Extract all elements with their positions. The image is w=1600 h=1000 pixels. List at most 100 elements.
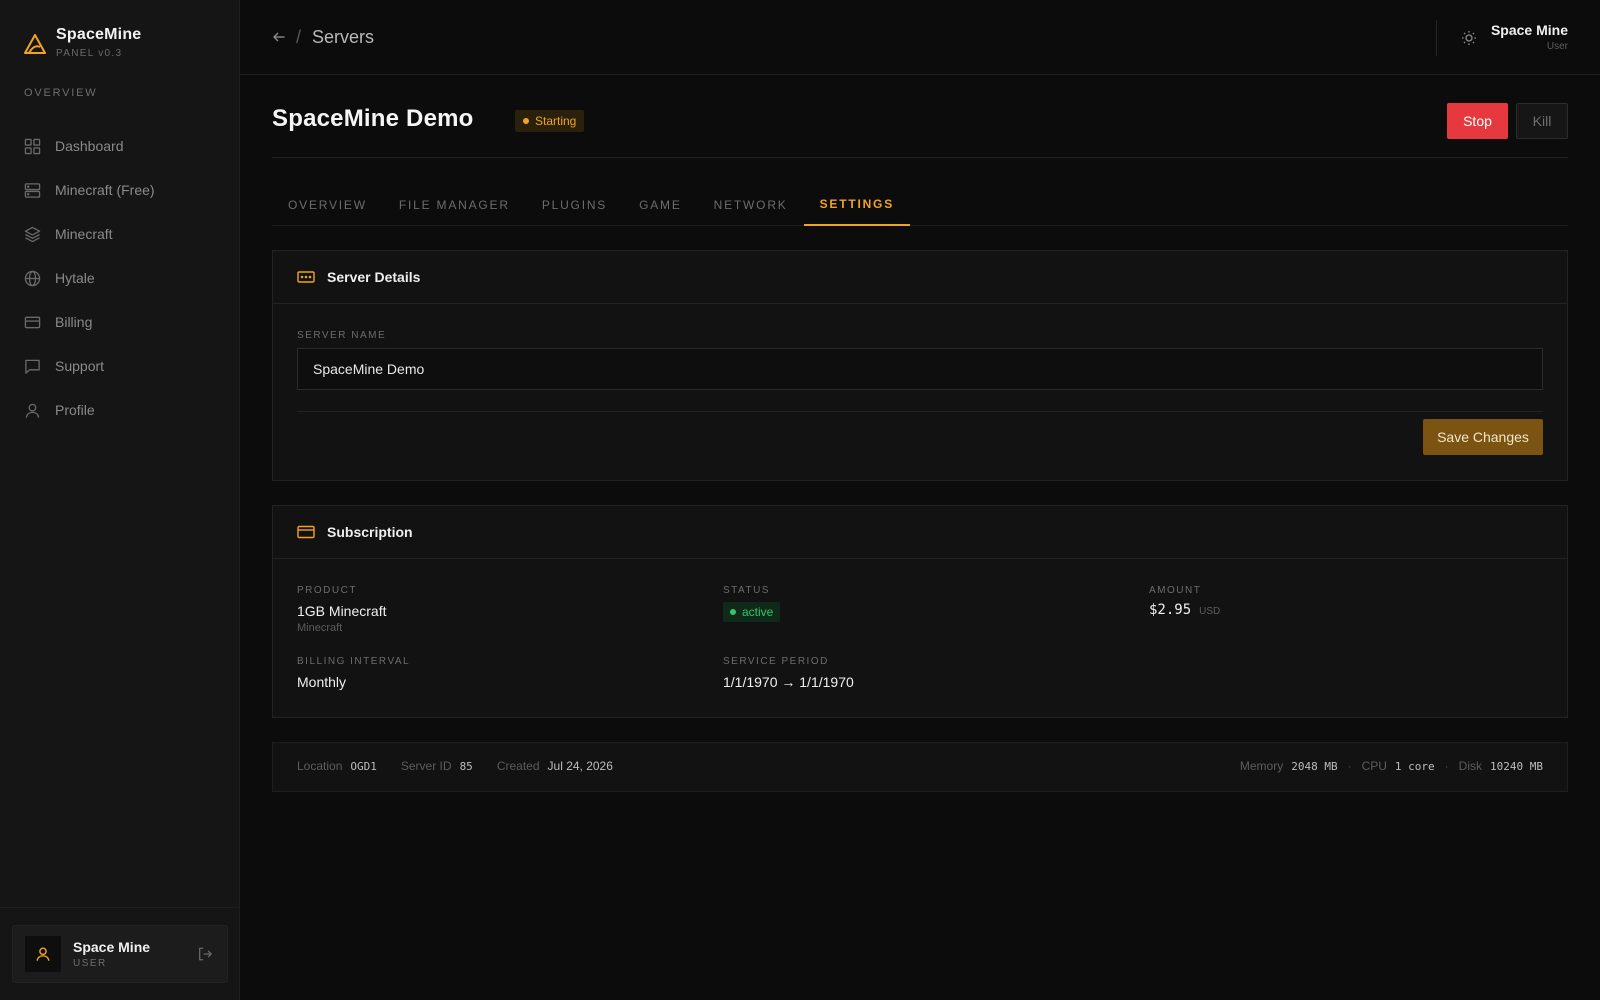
status-badge-label: Starting xyxy=(535,114,577,128)
meta-separator: · xyxy=(1347,759,1352,773)
sidebar-item-support[interactable]: Support xyxy=(24,344,155,388)
credit-card-icon xyxy=(297,525,315,539)
server-header: SpaceMine Demo Starting Stop Kill xyxy=(272,103,1568,139)
memory-value: 2048 MB xyxy=(1291,759,1338,773)
sidebar-item-hytale[interactable]: Hytale xyxy=(24,256,155,300)
stop-button[interactable]: Stop xyxy=(1447,103,1508,139)
header-divider xyxy=(272,157,1568,158)
server-name-label: SERVER NAME xyxy=(297,330,387,341)
tab-network[interactable]: NETWORK xyxy=(698,184,804,226)
sidebar-item-label: Dashboard xyxy=(55,138,124,154)
amount-field: AMOUNT $2.95 USD xyxy=(1149,585,1220,618)
sidebar-user-name: Space Mine xyxy=(73,939,151,955)
status-dot xyxy=(730,609,736,615)
layers-icon xyxy=(24,226,41,243)
status-badge: Starting xyxy=(515,110,585,132)
period-label: SERVICE PERIOD xyxy=(723,656,829,667)
server-name-input[interactable] xyxy=(297,348,1543,390)
amount-label: AMOUNT xyxy=(1149,585,1202,596)
dashboard-grid-icon xyxy=(24,138,41,155)
subscription-status-value: active xyxy=(742,605,774,619)
tab-file-manager[interactable]: FILE MANAGER xyxy=(383,184,526,226)
created-value: Jul 24, 2026 xyxy=(547,759,613,773)
status-label: STATUS xyxy=(723,585,770,596)
sidebar: SpaceMine PANEL v0.3 OVERVIEW Dashboard … xyxy=(0,0,240,1000)
form-divider xyxy=(297,411,1543,412)
tab-game[interactable]: GAME xyxy=(623,184,698,226)
sidebar-item-label: Support xyxy=(55,358,105,374)
status-dot xyxy=(523,118,529,124)
topbar-divider xyxy=(1436,20,1437,56)
globe-icon xyxy=(24,270,41,287)
topbar-user[interactable]: Space Mine User xyxy=(1491,22,1568,52)
save-button[interactable]: Save Changes xyxy=(1423,419,1543,455)
product-label: PRODUCT xyxy=(297,585,357,596)
kill-button[interactable]: Kill xyxy=(1516,103,1568,139)
sidebar-item-profile[interactable]: Profile xyxy=(24,388,155,432)
user-icon xyxy=(36,947,50,961)
created-label: Created xyxy=(496,759,540,773)
sidebar-divider xyxy=(0,907,240,908)
page-title: SpaceMine Demo xyxy=(272,105,474,132)
product-category: Minecraft xyxy=(297,622,343,634)
sidebar-nav: Dashboard Minecraft (Free) Minecraft Hyt… xyxy=(24,124,155,432)
sidebar-item-label: Minecraft (Free) xyxy=(55,182,155,198)
disk-label: Disk xyxy=(1458,759,1483,773)
subscription-title: Subscription xyxy=(327,524,413,540)
server-details-card: Server Details SERVER NAME Save Changes xyxy=(272,250,1568,481)
back-arrow-icon[interactable] xyxy=(272,30,286,44)
subscription-header: Subscription xyxy=(273,506,1567,559)
server-meta-bar: Location OGD1 Server ID 85 Created Jul 2… xyxy=(272,742,1568,792)
brand-name: SpaceMine xyxy=(56,26,142,43)
interval-value: Monthly xyxy=(297,674,347,690)
interval-field: BILLING INTERVAL Monthly xyxy=(297,656,410,690)
location-label: Location xyxy=(297,759,343,773)
sidebar-item-label: Billing xyxy=(55,314,93,330)
avatar xyxy=(25,936,61,972)
breadcrumb-separator: / xyxy=(296,27,302,47)
cpu-label: CPU xyxy=(1361,759,1387,773)
product-value: 1GB Minecraft xyxy=(297,603,387,619)
topbar-user-name: Space Mine xyxy=(1490,22,1568,38)
tab-settings[interactable]: SETTINGS xyxy=(803,184,910,226)
brand-logo-icon xyxy=(24,34,46,54)
terminal-icon xyxy=(297,270,315,284)
sidebar-section-label: OVERVIEW xyxy=(24,87,98,99)
sidebar-item-label: Minecraft xyxy=(55,226,113,242)
credit-card-icon xyxy=(24,314,41,331)
brand[interactable]: SpaceMine PANEL v0.3 xyxy=(24,26,141,59)
subscription-card: Subscription PRODUCT 1GB Minecraft Minec… xyxy=(272,505,1568,718)
logout-icon[interactable] xyxy=(197,946,213,962)
memory-label: Memory xyxy=(1239,759,1284,773)
amount-value: $2.95 xyxy=(1149,602,1192,618)
status-field: STATUS active xyxy=(723,585,781,622)
sidebar-item-dashboard[interactable]: Dashboard xyxy=(24,124,155,168)
sun-icon[interactable] xyxy=(1461,30,1477,46)
server-id-value: 85 xyxy=(459,759,473,773)
disk-value: 10240 MB xyxy=(1490,759,1543,773)
sidebar-user-role: USER xyxy=(73,958,107,969)
tab-plugins[interactable]: PLUGINS xyxy=(526,184,623,226)
sidebar-item-minecraft-free[interactable]: Minecraft (Free) xyxy=(24,168,155,212)
topbar: / Servers Space Mine User xyxy=(240,0,1600,75)
server-icon xyxy=(24,182,41,199)
server-tabs: OVERVIEW FILE MANAGER PLUGINS GAME NETWO… xyxy=(272,184,1568,226)
tab-overview[interactable]: OVERVIEW xyxy=(272,184,383,226)
server-meta-right: Memory 2048 MB · CPU 1 core · Disk 10240… xyxy=(1240,759,1543,773)
product-field: PRODUCT 1GB Minecraft Minecraft xyxy=(297,585,386,634)
cpu-value: 1 core xyxy=(1394,759,1435,773)
server-id-label: Server ID xyxy=(400,759,452,773)
server-details-title: Server Details xyxy=(327,269,421,285)
breadcrumb[interactable]: Servers xyxy=(312,27,374,48)
user-icon xyxy=(24,402,41,419)
server-details-header: Server Details xyxy=(273,251,1567,304)
period-value: 1/1/1970 → 1/1/1970 xyxy=(723,674,854,690)
sidebar-item-minecraft[interactable]: Minecraft xyxy=(24,212,155,256)
subscription-status-badge: active xyxy=(723,602,781,622)
location-value: OGD1 xyxy=(350,759,377,773)
sidebar-user-card[interactable]: Space Mine USER xyxy=(12,925,228,983)
interval-label: BILLING INTERVAL xyxy=(297,656,411,667)
sidebar-item-label: Profile xyxy=(55,402,95,418)
sidebar-item-billing[interactable]: Billing xyxy=(24,300,155,344)
server-meta-left: Location OGD1 Server ID 85 Created Jul 2… xyxy=(297,759,613,773)
